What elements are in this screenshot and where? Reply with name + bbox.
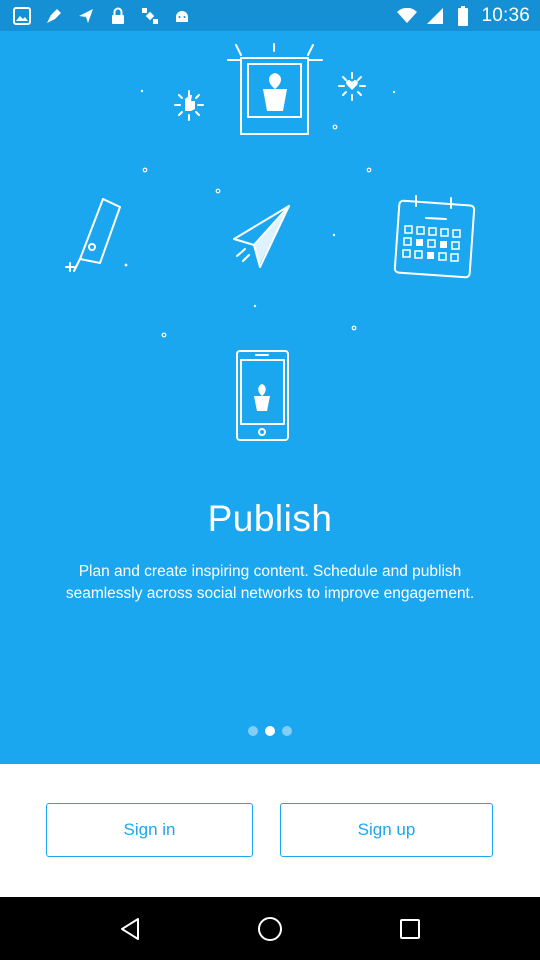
- home-icon[interactable]: [250, 909, 290, 949]
- wifi-icon: [397, 6, 418, 26]
- android-icon: [172, 6, 192, 26]
- pen-nib-icon: [44, 6, 64, 26]
- status-notifications: [12, 6, 192, 26]
- system-nav-bar: [0, 897, 540, 960]
- lock-icon: [108, 6, 128, 26]
- recents-icon[interactable]: [390, 909, 430, 949]
- page-dot-2-active[interactable]: [265, 726, 275, 736]
- back-icon[interactable]: [110, 909, 150, 949]
- calendar-grid: [402, 225, 461, 262]
- slide-description: Plan and create inspiring content. Sched…: [65, 563, 475, 602]
- send-icon: [76, 6, 96, 26]
- publish-illustration: [65, 43, 476, 441]
- battery-icon: [453, 5, 473, 26]
- sign-in-button[interactable]: Sign in: [46, 803, 253, 857]
- satellite-icon: [140, 6, 160, 26]
- onboarding-slide[interactable]: Publish Plan and create inspiring conten…: [0, 31, 540, 764]
- sign-up-button[interactable]: Sign up: [280, 803, 493, 857]
- page-dot-3[interactable]: [282, 726, 292, 736]
- page-dot-1[interactable]: [248, 726, 258, 736]
- gallery-icon: [12, 6, 32, 26]
- fountain-pen-icon: [65, 198, 121, 272]
- cellular-icon: [425, 6, 445, 26]
- status-bar: 10:36: [0, 0, 540, 31]
- page-indicator: [0, 726, 540, 736]
- calendar-icon: [393, 195, 476, 279]
- slide-title: Publish: [207, 498, 333, 539]
- auth-panel: Sign in Sign up: [0, 764, 540, 897]
- status-system: 10:36: [397, 5, 530, 27]
- status-time: 10:36: [481, 4, 530, 26]
